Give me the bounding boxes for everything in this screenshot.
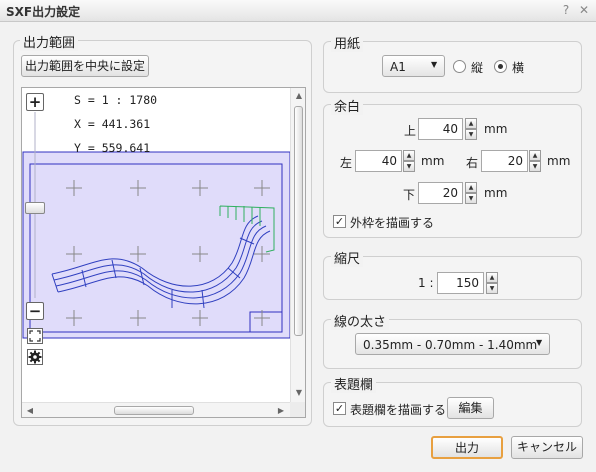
spin-up-icon[interactable]: ▲ (486, 272, 498, 283)
preview-canvas[interactable]: S = 1 : 1780 X = 441.361 Y = 559.641 + −… (21, 87, 306, 418)
edit-button[interactable]: 編集 (447, 397, 494, 419)
output-range-label: 出力範囲 (20, 32, 79, 51)
margin-right-input[interactable]: 20 (481, 150, 528, 172)
margin-top-label: 上 (404, 124, 417, 138)
scroll-up-icon[interactable]: ▲ (292, 89, 305, 103)
margin-bottom-unit: mm (484, 186, 508, 200)
line-width-value: 0.35mm - 0.70mm - 1.40mm (363, 338, 538, 352)
margin-right-spinner[interactable]: ▲ ▼ (529, 150, 541, 172)
margin-group-label: 余白 (331, 96, 364, 115)
vertical-scrollbar[interactable]: ▲ ▼ (290, 88, 305, 402)
y-readout: Y = 559.641 (74, 141, 151, 155)
center-range-button[interactable]: 出力範囲を中央に設定 (21, 55, 149, 77)
gear-icon[interactable] (27, 349, 43, 365)
scroll-down-icon[interactable]: ▼ (292, 386, 305, 400)
spin-up-icon[interactable]: ▲ (529, 150, 541, 161)
spin-up-icon[interactable]: ▲ (465, 118, 477, 129)
spin-down-icon[interactable]: ▼ (486, 283, 498, 294)
paper-area (22, 151, 291, 339)
margin-left-spinner[interactable]: ▲ ▼ (403, 150, 415, 172)
title-bar: SXF出力設定 ? ✕ (0, 0, 596, 22)
line-width-group-label: 線の太さ (331, 311, 390, 330)
scale-input[interactable]: 150 (437, 272, 484, 294)
margin-left-input[interactable]: 40 (355, 150, 402, 172)
zoom-in-button[interactable]: + (26, 93, 44, 111)
vertical-scroll-thumb[interactable] (294, 106, 303, 336)
frame-checkbox[interactable]: ✓ (333, 215, 346, 228)
zoom-out-button[interactable]: − (26, 302, 44, 320)
paper-size-value: A1 (390, 60, 406, 74)
chevron-down-icon: ▼ (431, 60, 438, 69)
scroll-left-icon[interactable]: ◀ (23, 404, 37, 417)
horizontal-scroll-thumb[interactable] (114, 406, 194, 415)
margin-top-spinner[interactable]: ▲ ▼ (465, 118, 477, 140)
output-button[interactable]: 出力 (431, 436, 503, 459)
title-block-group-label: 表題欄 (331, 374, 377, 393)
x-readout: X = 441.361 (74, 117, 151, 131)
landscape-radio[interactable] (494, 60, 507, 73)
frame-checkbox-label: 外枠を描画する (350, 216, 435, 230)
portrait-label: 縦 (471, 61, 484, 75)
scale-prefix: 1 : (418, 276, 434, 290)
margin-right-unit: mm (547, 154, 571, 168)
help-icon[interactable]: ? (558, 2, 574, 18)
spin-down-icon[interactable]: ▼ (465, 193, 477, 204)
margin-left-label: 左 (340, 156, 353, 170)
scale-group-label: 縮尺 (331, 248, 364, 267)
margin-bottom-spinner[interactable]: ▲ ▼ (465, 182, 477, 204)
spin-up-icon[interactable]: ▲ (403, 150, 415, 161)
spin-down-icon[interactable]: ▼ (465, 129, 477, 140)
preview-drawing (22, 112, 291, 339)
fit-extent-icon[interactable] (27, 328, 43, 344)
paper-size-select[interactable]: A1 ▼ (382, 55, 445, 77)
paper-group-label: 用紙 (331, 33, 364, 52)
margin-top-unit: mm (484, 122, 508, 136)
scale-spinner[interactable]: ▲ ▼ (486, 272, 498, 294)
spin-down-icon[interactable]: ▼ (529, 161, 541, 172)
scroll-corner (290, 402, 305, 417)
margin-top-input[interactable]: 40 (418, 118, 463, 140)
zoom-slider-thumb[interactable] (25, 202, 45, 214)
line-width-select[interactable]: 0.35mm - 0.70mm - 1.40mm ▼ (355, 333, 550, 355)
spin-up-icon[interactable]: ▲ (465, 182, 477, 193)
spin-down-icon[interactable]: ▼ (403, 161, 415, 172)
margin-bottom-label: 下 (403, 188, 416, 202)
horizontal-scrollbar[interactable]: ◀ ▶ (22, 402, 290, 417)
title-block-checkbox[interactable]: ✓ (333, 402, 346, 415)
chevron-down-icon: ▼ (536, 338, 543, 347)
landscape-label: 横 (512, 61, 525, 75)
margin-bottom-input[interactable]: 20 (418, 182, 463, 204)
portrait-radio[interactable] (453, 60, 466, 73)
scroll-right-icon[interactable]: ▶ (274, 404, 288, 417)
close-icon[interactable]: ✕ (576, 2, 592, 18)
margin-left-unit: mm (421, 154, 445, 168)
scale-readout: S = 1 : 1780 (74, 93, 158, 107)
window-title: SXF出力設定 (6, 5, 81, 19)
margin-right-label: 右 (466, 156, 479, 170)
title-block-checkbox-label: 表題欄を描画する (350, 403, 447, 417)
cancel-button[interactable]: キャンセル (511, 436, 583, 459)
